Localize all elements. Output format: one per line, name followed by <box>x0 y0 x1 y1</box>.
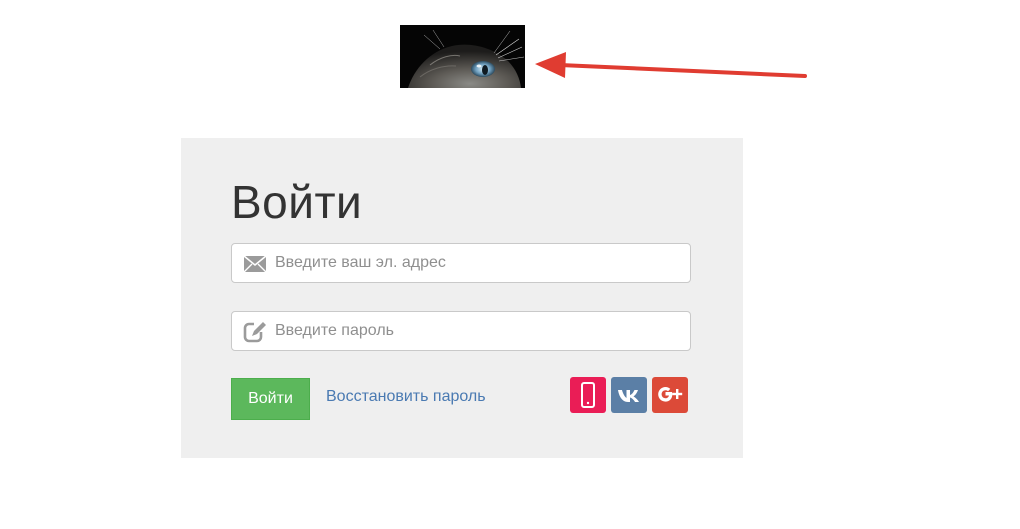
email-input[interactable] <box>275 244 680 282</box>
google-plus-icon <box>658 387 683 402</box>
cat-photo-logo <box>400 25 525 88</box>
phone-login-button[interactable] <box>570 377 606 413</box>
edit-icon <box>243 321 267 343</box>
phone-icon <box>581 382 595 408</box>
page: Войти Войти В <box>0 0 1020 529</box>
email-field[interactable] <box>231 243 691 283</box>
login-title: Войти <box>231 176 363 228</box>
forgot-password-link[interactable]: Восстановить пароль <box>326 388 486 406</box>
google-plus-login-button[interactable] <box>652 377 688 413</box>
vk-login-button[interactable] <box>611 377 647 413</box>
vk-icon <box>618 390 639 402</box>
envelope-icon <box>243 253 267 275</box>
login-panel: Войти Войти В <box>181 138 743 458</box>
login-submit-button[interactable]: Войти <box>231 378 310 420</box>
cat-photo-graphic <box>400 25 525 88</box>
password-input[interactable] <box>275 312 680 350</box>
password-field[interactable] <box>231 311 691 351</box>
